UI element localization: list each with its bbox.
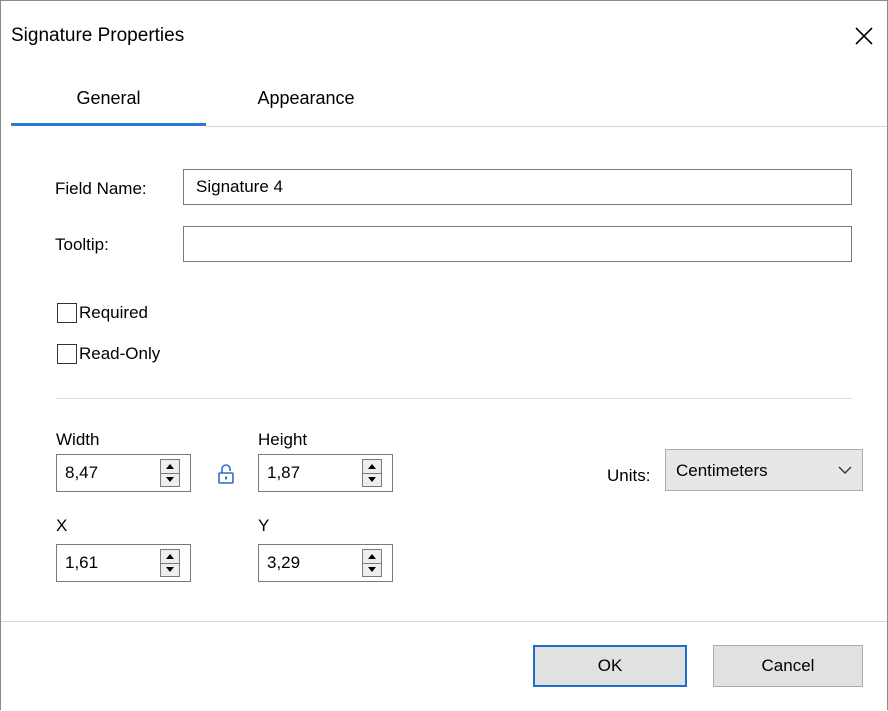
width-spinner[interactable]: 8,47 <box>56 454 191 492</box>
height-value: 1,87 <box>267 463 301 482</box>
height-spinner[interactable]: 1,87 <box>258 454 393 492</box>
y-label: Y <box>258 516 270 535</box>
y-increment-button[interactable] <box>363 550 381 564</box>
arrow-up-icon <box>368 554 376 559</box>
section-divider <box>56 398 852 399</box>
x-increment-button[interactable] <box>161 550 179 564</box>
title-bar: Signature Properties <box>1 1 887 73</box>
close-button[interactable] <box>847 19 881 53</box>
units-select[interactable]: Centimeters <box>665 449 863 491</box>
units-value: Centimeters <box>676 461 768 480</box>
arrow-up-icon <box>166 464 174 469</box>
arrow-down-icon <box>368 567 376 572</box>
required-label: Required <box>79 303 148 322</box>
arrow-up-icon <box>368 464 376 469</box>
cancel-button[interactable]: Cancel <box>713 645 863 687</box>
readonly-label: Read-Only <box>79 344 161 363</box>
ok-button[interactable]: OK <box>533 645 687 687</box>
required-checkbox[interactable] <box>57 303 77 323</box>
y-spinner[interactable]: 3,29 <box>258 544 393 582</box>
tooltip-label: Tooltip: <box>55 235 109 254</box>
x-spin-buttons <box>160 549 180 577</box>
arrow-down-icon <box>166 567 174 572</box>
height-decrement-button[interactable] <box>363 473 381 486</box>
tab-general[interactable]: General <box>11 73 206 123</box>
x-spinner[interactable]: 1,61 <box>56 544 191 582</box>
x-value: 1,61 <box>65 553 99 572</box>
width-increment-button[interactable] <box>161 460 179 474</box>
x-label: X <box>56 516 68 535</box>
tab-divider <box>206 126 887 127</box>
height-increment-button[interactable] <box>363 460 381 474</box>
required-checkbox-row[interactable]: Required <box>57 301 148 325</box>
x-decrement-button[interactable] <box>161 563 179 576</box>
signature-properties-dialog: Signature Properties General Appearance … <box>0 0 888 710</box>
active-tab-indicator <box>11 123 206 126</box>
field-name-input[interactable]: Signature 4 <box>183 169 852 205</box>
arrow-up-icon <box>166 554 174 559</box>
close-icon <box>855 27 873 45</box>
tab-bar: General Appearance <box>1 73 887 127</box>
tab-appearance[interactable]: Appearance <box>206 73 406 123</box>
arrow-down-icon <box>166 477 174 482</box>
y-decrement-button[interactable] <box>363 563 381 576</box>
chevron-down-icon <box>838 466 852 474</box>
lock-icon <box>218 464 234 484</box>
units-label: Units: <box>607 466 651 485</box>
y-value: 3,29 <box>267 553 301 572</box>
tooltip-input[interactable] <box>183 226 852 262</box>
height-spin-buttons <box>362 459 382 487</box>
width-label: Width <box>56 430 100 449</box>
aspect-lock-button[interactable] <box>217 463 235 485</box>
height-label: Height <box>258 430 308 449</box>
arrow-down-icon <box>368 477 376 482</box>
field-name-label: Field Name: <box>55 179 147 198</box>
width-spin-buttons <box>160 459 180 487</box>
readonly-checkbox-row[interactable]: Read-Only <box>57 342 160 366</box>
y-spin-buttons <box>362 549 382 577</box>
readonly-checkbox[interactable] <box>57 344 77 364</box>
footer-divider <box>1 621 887 622</box>
width-decrement-button[interactable] <box>161 473 179 486</box>
dialog-title: Signature Properties <box>11 25 185 46</box>
width-value: 8,47 <box>65 463 99 482</box>
